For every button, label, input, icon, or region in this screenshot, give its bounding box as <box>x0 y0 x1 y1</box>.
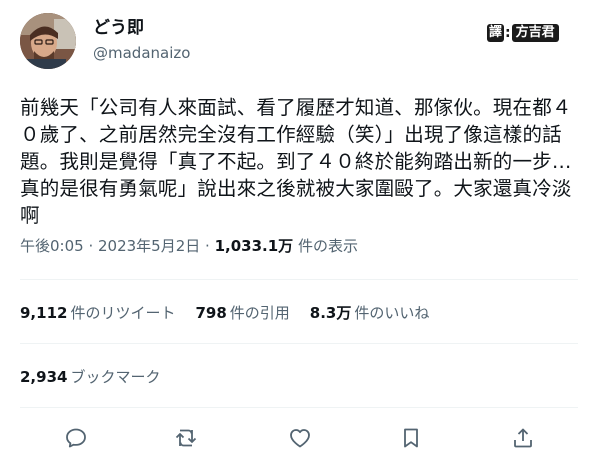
views-label: 件の表示 <box>293 237 358 255</box>
author-handle[interactable]: @madanaizo <box>93 43 190 63</box>
like-button[interactable] <box>286 424 314 452</box>
bookmarks-count: 2,934 <box>20 368 68 386</box>
bookmark-button[interactable] <box>397 424 425 452</box>
retweets-count: 9,112 <box>20 304 68 322</box>
likes-count: 8.3万 <box>309 304 352 322</box>
tweet-date[interactable]: 2023年5月2日 <box>98 237 200 255</box>
reply-button[interactable] <box>62 424 90 452</box>
likes-label: 件のいいね <box>354 304 430 322</box>
translator-stamp-separator: : <box>505 25 511 41</box>
bookmarks-stat[interactable]: 2,934 ブックマーク <box>20 367 160 387</box>
meta-separator: · <box>200 237 215 255</box>
quotes-stat[interactable]: 798 件の引用 <box>195 303 289 323</box>
tweet-text: 前幾天「公司有人來面試、看了履歷才知道、那傢伙。現在都４ ０歲了、之前居然完全沒… <box>20 96 572 227</box>
quotes-label: 件の引用 <box>229 304 290 322</box>
bookmarks-label: ブックマーク <box>70 368 161 386</box>
likes-stat[interactable]: 8.3万 件のいいね <box>310 303 430 323</box>
tweet-time[interactable]: 午後0:05 <box>20 237 84 255</box>
engagement-stats: 9,112 件のリツイート 798 件の引用 8.3万 件のいいね <box>20 303 449 323</box>
views-count: 1,033.1万 <box>214 237 294 255</box>
translator-stamp-name: 方吉君 <box>511 24 559 42</box>
quotes-count: 798 <box>195 304 227 322</box>
avatar-photo-icon <box>20 13 76 69</box>
translator-stamp: 譯 : 方吉君 <box>487 22 559 44</box>
retweets-label: 件のリツイート <box>70 304 176 322</box>
avatar[interactable] <box>20 13 76 69</box>
bookmark-icon <box>404 428 418 448</box>
divider <box>20 343 578 344</box>
retweets-stat[interactable]: 9,112 件のリツイート <box>20 303 175 323</box>
heart-icon <box>290 429 310 448</box>
tweet-detail: どう即 @madanaizo 譯 : 方吉君 前幾天「公司有人來面試、看了履歷才… <box>0 0 598 466</box>
divider <box>20 279 578 280</box>
share-icon <box>514 428 532 448</box>
retweet-icon <box>175 429 197 447</box>
retweet-button[interactable] <box>172 424 200 452</box>
reply-icon <box>66 428 86 448</box>
author-display-name[interactable]: どう即 <box>93 17 144 39</box>
tweet-meta: 午後0:05 · 2023年5月2日 · 1,033.1万 件の表示 <box>20 236 358 256</box>
meta-separator: · <box>83 237 98 255</box>
translator-stamp-prefix: 譯 <box>487 24 505 42</box>
divider <box>20 407 578 408</box>
share-button[interactable] <box>509 424 537 452</box>
action-bar <box>0 420 598 456</box>
